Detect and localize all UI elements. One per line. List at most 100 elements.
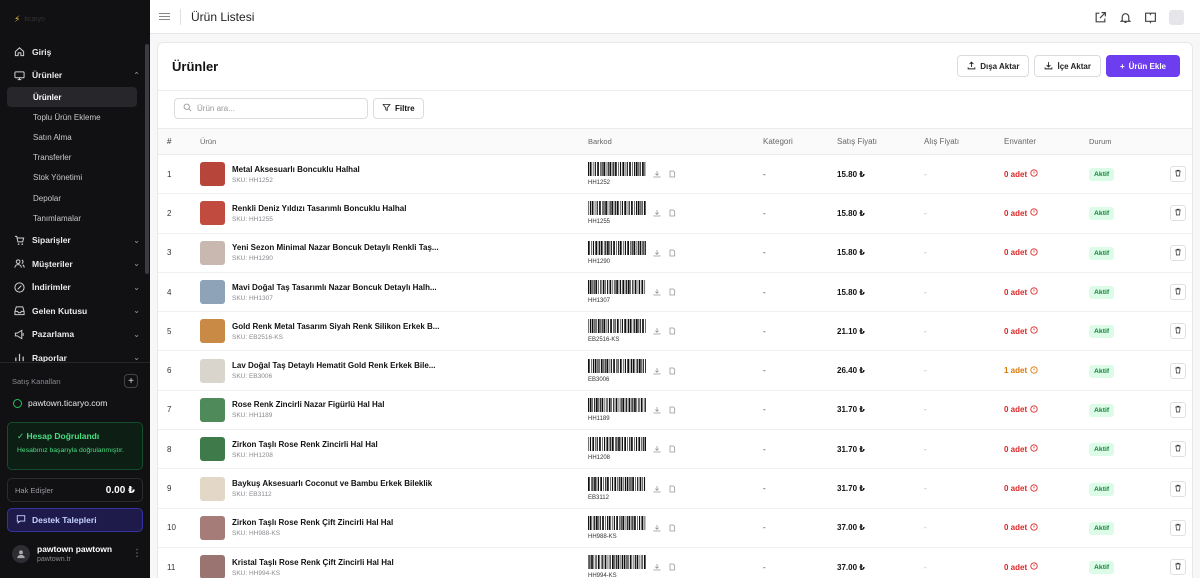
- copy-icon[interactable]: [668, 209, 676, 217]
- inventory-count[interactable]: 0 adet: [1004, 287, 1089, 297]
- more-vertical-icon[interactable]: ⋮: [132, 548, 142, 559]
- copy-icon[interactable]: [668, 249, 676, 257]
- table-row[interactable]: 8 Zirkon Taşlı Rose Renk Zincirli Hal Ha…: [158, 430, 1192, 470]
- product-thumbnail[interactable]: [200, 240, 225, 265]
- copy-icon[interactable]: [668, 445, 676, 453]
- delete-button[interactable]: [1169, 205, 1186, 222]
- sidebar-sub-urunler[interactable]: Ürünler: [7, 87, 137, 108]
- table-row[interactable]: 4 Mavi Doğal Taş Tasarımlı Nazar Boncuk …: [158, 273, 1192, 313]
- bell-icon[interactable]: [1119, 11, 1132, 24]
- product-name[interactable]: Zirkon Taşlı Rose Renk Çift Zincirli Hal…: [232, 518, 393, 527]
- sidebar-item-gelen-kutusu[interactable]: Gelen Kutusu ⌄: [0, 299, 150, 323]
- product-name[interactable]: Metal Aksesuarlı Boncuklu Halhal: [232, 165, 360, 174]
- inventory-count[interactable]: 0 adet: [1004, 523, 1089, 533]
- delete-button[interactable]: [1169, 480, 1186, 497]
- sidebar-item-indirimler[interactable]: İndirimler ⌄: [0, 275, 150, 299]
- copy-icon[interactable]: [668, 288, 676, 296]
- add-channel-button[interactable]: +: [124, 374, 138, 388]
- product-name[interactable]: Baykuş Aksesuarlı Coconut ve Bambu Erkek…: [232, 479, 432, 488]
- copy-icon[interactable]: [668, 327, 676, 335]
- product-name[interactable]: Zirkon Taşlı Rose Renk Zincirli Hal Hal: [232, 440, 378, 449]
- product-name[interactable]: Renkli Deniz Yıldızı Tasarımlı Boncuklu …: [232, 204, 406, 213]
- logo[interactable]: ⚡ ticaryo: [14, 14, 45, 25]
- inventory-count[interactable]: 0 adet: [1004, 444, 1089, 454]
- sidebar-item-musteriler[interactable]: Müşteriler ⌄: [0, 252, 150, 276]
- table-row[interactable]: 9 Baykuş Aksesuarlı Coconut ve Bambu Erk…: [158, 469, 1192, 509]
- export-button[interactable]: Dışa Aktar: [957, 55, 1030, 77]
- filter-button[interactable]: Filtre: [373, 98, 424, 119]
- table-row[interactable]: 5 Gold Renk Metal Tasarım Siyah Renk Sil…: [158, 312, 1192, 352]
- product-thumbnail[interactable]: [200, 397, 225, 422]
- download-icon[interactable]: [653, 524, 661, 532]
- product-thumbnail[interactable]: [200, 358, 225, 383]
- product-thumbnail[interactable]: [200, 515, 225, 540]
- product-name[interactable]: Kristal Taşlı Rose Renk Çift Zincirli Ha…: [232, 558, 394, 567]
- delete-button[interactable]: [1169, 441, 1186, 458]
- download-icon[interactable]: [653, 170, 661, 178]
- sidebar-sub-transferler[interactable]: Transferler: [0, 148, 150, 168]
- table-row[interactable]: 11 Kristal Taşlı Rose Renk Çift Zincirli…: [158, 548, 1192, 578]
- product-name[interactable]: Gold Renk Metal Tasarım Siyah Renk Silik…: [232, 322, 439, 331]
- support-tickets-button[interactable]: Destek Talepleri: [7, 508, 143, 532]
- user-menu[interactable]: pawtown pawtown pawtown.tr ⋮: [12, 544, 142, 563]
- copy-icon[interactable]: [668, 406, 676, 414]
- download-icon[interactable]: [653, 445, 661, 453]
- delete-button[interactable]: [1169, 362, 1186, 379]
- download-icon[interactable]: [653, 367, 661, 375]
- sidebar-sub-tanimlamalar[interactable]: Tanımlamalar: [0, 208, 150, 228]
- delete-button[interactable]: [1169, 323, 1186, 340]
- table-row[interactable]: 2 Renkli Deniz Yıldızı Tasarımlı Boncukl…: [158, 194, 1192, 234]
- download-icon[interactable]: [653, 249, 661, 257]
- product-thumbnail[interactable]: [200, 476, 225, 501]
- download-icon[interactable]: [653, 288, 661, 296]
- delete-button[interactable]: [1169, 519, 1186, 536]
- user-avatar-top[interactable]: [1169, 10, 1184, 25]
- add-product-button[interactable]: + Ürün Ekle: [1105, 55, 1180, 77]
- product-thumbnail[interactable]: [200, 319, 225, 344]
- copy-icon[interactable]: [668, 485, 676, 493]
- delete-button[interactable]: [1169, 284, 1186, 301]
- product-name[interactable]: Yeni Sezon Minimal Nazar Boncuk Detaylı …: [232, 243, 439, 252]
- delete-button[interactable]: [1169, 559, 1186, 576]
- sidebar-item-siparisler[interactable]: Siparişler ⌄: [0, 228, 150, 252]
- balance-card[interactable]: Hak Edişler 0.00 ₺: [7, 478, 143, 502]
- sidebar-sub-depolar[interactable]: Depolar: [0, 188, 150, 208]
- help-book-icon[interactable]: [1144, 11, 1157, 24]
- sidebar-sub-stok-yonetimi[interactable]: Stok Yönetimi: [0, 168, 150, 188]
- table-row[interactable]: 3 Yeni Sezon Minimal Nazar Boncuk Detayl…: [158, 234, 1192, 273]
- product-name[interactable]: Mavi Doğal Taş Tasarımlı Nazar Boncuk De…: [232, 283, 437, 292]
- search-input[interactable]: [197, 104, 357, 113]
- product-name[interactable]: Lav Doğal Taş Detaylı Hematit Gold Renk …: [232, 361, 435, 370]
- product-thumbnail[interactable]: [200, 437, 225, 462]
- sidebar-item-raporlar[interactable]: Raporlar ⌄: [0, 346, 150, 362]
- copy-icon[interactable]: [668, 524, 676, 532]
- inventory-count[interactable]: 0 adet: [1004, 208, 1089, 218]
- download-icon[interactable]: [653, 485, 661, 493]
- sidebar-sub-satin-alma[interactable]: Satın Alma: [0, 127, 150, 147]
- product-name[interactable]: Rose Renk Zincirli Nazar Figürlü Hal Hal: [232, 400, 384, 409]
- table-row[interactable]: 6 Lav Doğal Taş Detaylı Hematit Gold Ren…: [158, 351, 1192, 391]
- product-thumbnail[interactable]: [200, 201, 225, 226]
- sidebar-scrollbar[interactable]: [145, 44, 149, 274]
- inventory-count[interactable]: 0 adet: [1004, 562, 1089, 572]
- table-row[interactable]: 1 Metal Aksesuarlı Boncuklu Halhal SKU: …: [158, 155, 1192, 195]
- download-icon[interactable]: [653, 209, 661, 217]
- sidebar-item-giris[interactable]: Giriş: [0, 40, 150, 64]
- inventory-count[interactable]: 1 adet: [1004, 365, 1089, 376]
- inventory-count[interactable]: 0 adet: [1004, 326, 1089, 336]
- delete-button[interactable]: [1169, 244, 1186, 261]
- product-thumbnail[interactable]: [200, 555, 225, 578]
- download-icon[interactable]: [653, 563, 661, 571]
- inventory-count[interactable]: 0 adet: [1004, 483, 1089, 494]
- sidebar-sub-toplu-urun-ekleme[interactable]: Toplu Ürün Ekleme: [0, 107, 150, 127]
- download-icon[interactable]: [653, 406, 661, 414]
- copy-icon[interactable]: [668, 563, 676, 571]
- store-domain-link[interactable]: pawtown.ticaryo.com: [13, 398, 107, 408]
- copy-icon[interactable]: [668, 170, 676, 178]
- search-box[interactable]: [174, 98, 368, 119]
- copy-icon[interactable]: [668, 367, 676, 375]
- sidebar-item-pazarlama[interactable]: Pazarlama ⌄: [0, 322, 150, 346]
- inventory-count[interactable]: 0 adet: [1004, 405, 1089, 415]
- download-icon[interactable]: [653, 327, 661, 335]
- delete-button[interactable]: [1169, 166, 1186, 183]
